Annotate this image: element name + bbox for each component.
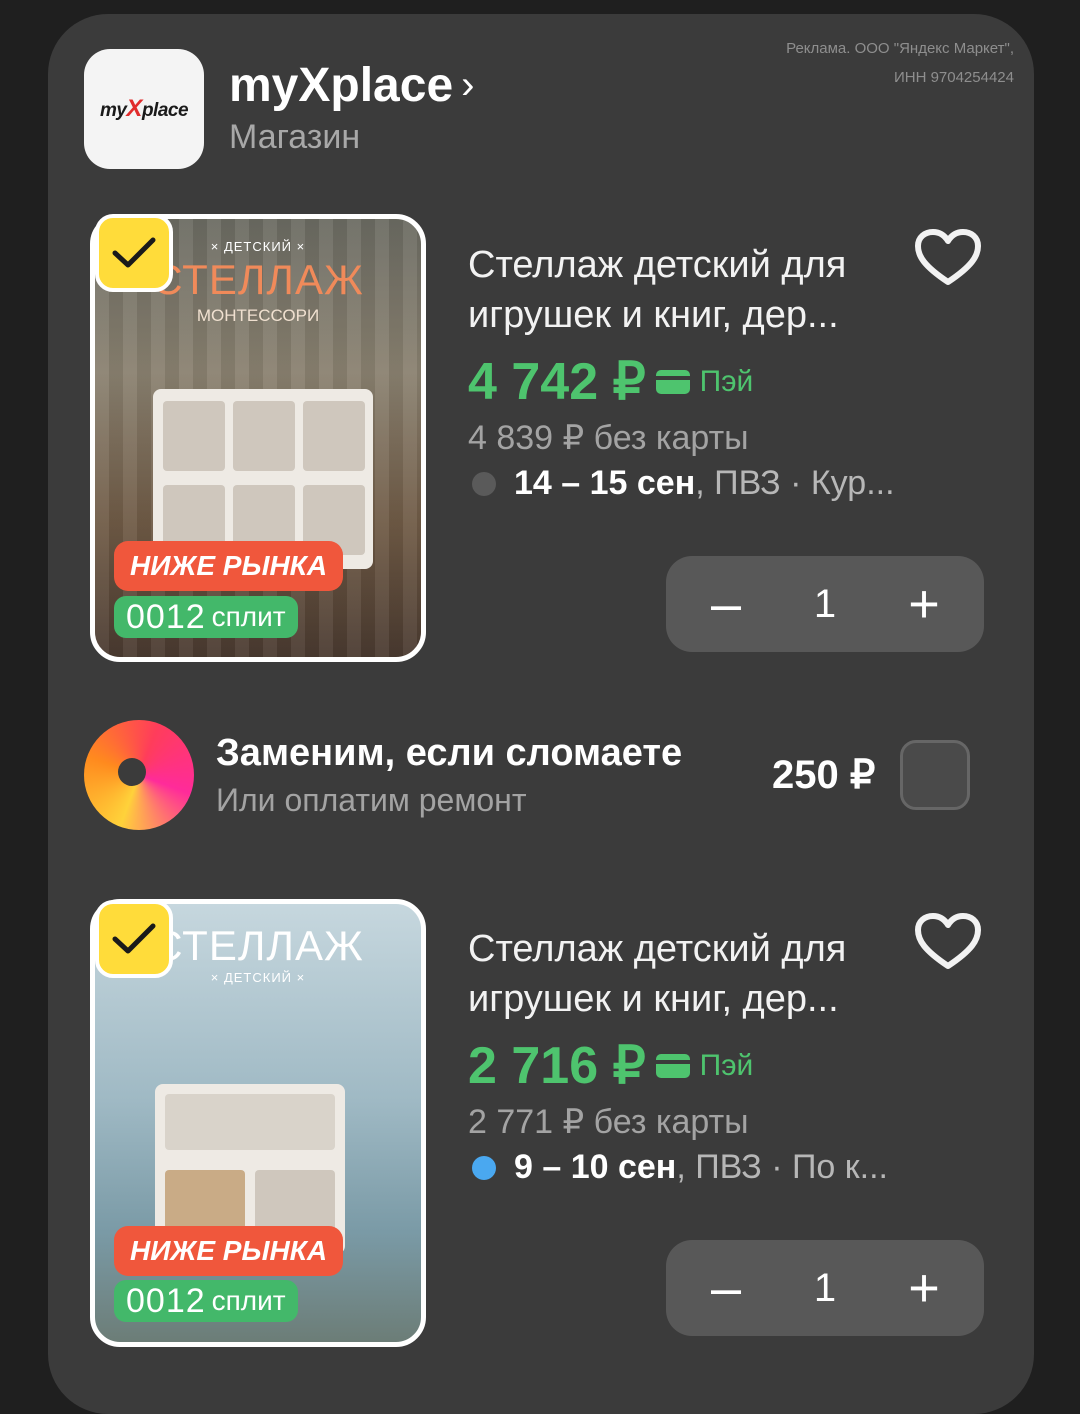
below-market-badge: НИЖЕ РЫНКА <box>114 541 344 591</box>
card-icon <box>655 1054 690 1078</box>
product-select-checkbox[interactable] <box>95 214 173 292</box>
insurance-checkbox[interactable] <box>900 740 970 810</box>
product-price: 4 742 ₽ <box>468 353 646 411</box>
quantity-stepper: – 1 + <box>666 556 984 652</box>
decrease-quantity-button[interactable]: – <box>706 1261 746 1315</box>
delivery-date: 9 – 10 сен <box>514 1148 677 1186</box>
split-badge: 0012 сплит <box>114 1280 298 1322</box>
delivery-info: 9 – 10 сен, ПВЗ · По к... <box>472 1148 888 1187</box>
split-badge: 0012 сплит <box>114 596 298 638</box>
insurance-title[interactable]: Заменим, если сломаете <box>216 732 682 775</box>
ad-disclaimer: Реклама. ООО "Яндекс Маркет", ИНН 970425… <box>786 40 1014 86</box>
quantity-value: 1 <box>813 1265 837 1310</box>
checkmark-icon <box>112 237 156 268</box>
decrease-quantity-button[interactable]: – <box>706 577 746 631</box>
delivery-place: , ПВЗ · Кур... <box>695 464 895 502</box>
pay-label: Пэй <box>699 365 754 398</box>
card-icon <box>655 370 690 394</box>
quantity-stepper: – 1 + <box>666 1240 984 1336</box>
product-select-checkbox[interactable] <box>95 900 173 978</box>
insurance-logo <box>84 720 194 830</box>
heart-icon[interactable] <box>914 228 982 288</box>
quantity-value: 1 <box>813 581 837 626</box>
shop-logo[interactable]: myXplace <box>84 49 204 169</box>
shop-logo-text: myXplace <box>99 95 189 122</box>
price-without-card: 4 839 ₽ без карты <box>468 419 749 457</box>
chevron-right-icon: › <box>461 63 475 107</box>
below-market-badge: НИЖЕ РЫНКА <box>114 1226 344 1276</box>
product-title[interactable]: Стеллаж детский для игрушек и книг, дер.… <box>468 240 898 340</box>
product-price: 2 716 ₽ <box>468 1037 646 1095</box>
pay-label: Пэй <box>699 1049 754 1082</box>
price-row: 4 742 ₽ Пэй <box>468 352 753 412</box>
delivery-info: 14 – 15 сен, ПВЗ · Кур... <box>472 464 895 503</box>
shop-type-label: Магазин <box>229 118 361 156</box>
delivery-place: , ПВЗ · По к... <box>676 1148 888 1186</box>
checkmark-icon <box>112 923 156 954</box>
delivery-status-dot <box>472 1155 496 1180</box>
shop-name: myXplace <box>229 59 454 112</box>
delivery-date: 14 – 15 сен <box>514 464 696 502</box>
increase-quantity-button[interactable]: + <box>904 1261 944 1315</box>
insurance-subtitle: Или оплатим ремонт <box>216 782 527 818</box>
shop-name-link[interactable]: myXplace › <box>229 58 474 113</box>
delivery-status-dot <box>472 471 496 496</box>
heart-icon[interactable] <box>914 912 982 972</box>
price-without-card: 2 771 ₽ без карты <box>468 1103 749 1141</box>
increase-quantity-button[interactable]: + <box>904 577 944 631</box>
product-title[interactable]: Стеллаж детский для игрушек и книг, дер.… <box>468 924 898 1024</box>
price-row: 2 716 ₽ Пэй <box>468 1036 753 1096</box>
insurance-price: 250 ₽ <box>772 753 876 797</box>
